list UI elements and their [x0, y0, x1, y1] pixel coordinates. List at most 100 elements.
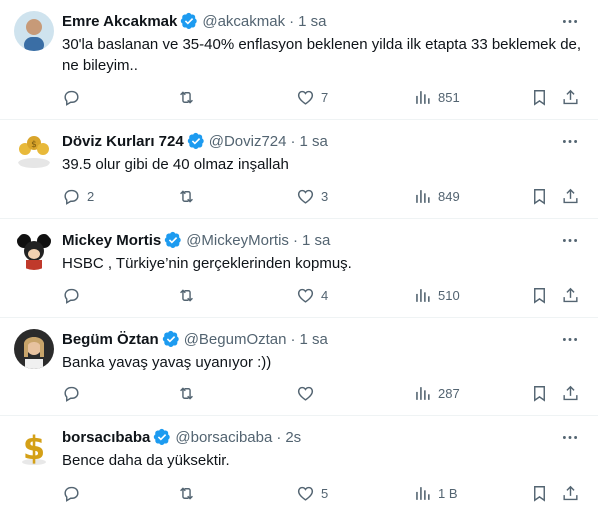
verified-badge-icon — [162, 330, 180, 348]
svg-text:$: $ — [23, 429, 45, 467]
display-name[interactable]: borsacıbaba — [62, 429, 150, 446]
analytics-icon — [416, 90, 430, 104]
more-icon[interactable] — [560, 12, 580, 30]
views-count: 287 — [438, 385, 460, 401]
handle[interactable]: @borsacibaba — [175, 429, 272, 446]
timestamp[interactable]: 1 sa — [298, 13, 326, 30]
retweet-icon — [180, 386, 193, 400]
like-count: 5 — [321, 485, 329, 501]
analytics-icon — [416, 486, 430, 500]
retweet-button[interactable] — [177, 87, 202, 107]
separator: · — [292, 231, 298, 249]
timestamp[interactable]: 1 sa — [299, 331, 327, 348]
views-button[interactable]: 510 — [413, 285, 460, 305]
tweet[interactable]: Mickey Mortis @MickeyMortis · 1 sa HSBC … — [0, 219, 598, 318]
handle[interactable]: @Doviz724 — [209, 133, 287, 150]
reply-button[interactable] — [62, 87, 87, 107]
reply-button[interactable] — [62, 285, 87, 305]
tweet[interactable]: $ borsacıbaba @borsacibaba · 2s Bence da… — [0, 416, 598, 518]
svg-text:$: $ — [31, 140, 37, 150]
avatar[interactable] — [14, 230, 54, 270]
tweet-text: Banka yavaş yavaş uyanıyor :)) — [62, 354, 272, 371]
like-count: 7 — [321, 89, 329, 105]
share-icon[interactable] — [561, 483, 580, 503]
views-button[interactable]: 849 — [413, 186, 460, 206]
like-button[interactable]: 5 — [296, 483, 328, 503]
share-icon[interactable] — [561, 87, 580, 107]
like-button[interactable]: 3 — [296, 186, 328, 206]
handle[interactable]: @MickeyMortis — [186, 232, 289, 249]
retweet-icon — [180, 90, 193, 104]
bookmark-icon[interactable] — [530, 186, 549, 206]
bookmark-icon[interactable] — [530, 285, 549, 305]
retweet-icon — [180, 486, 193, 500]
display-name[interactable]: Mickey Mortis — [62, 232, 161, 249]
timestamp[interactable]: 1 sa — [302, 232, 330, 249]
views-button[interactable]: 1 B — [413, 483, 458, 503]
avatar[interactable] — [14, 11, 54, 51]
tweet-text: 39.5 olur gibi de 40 olmaz inşallah — [62, 156, 289, 173]
analytics-icon — [416, 386, 430, 400]
like-button[interactable] — [296, 383, 321, 403]
retweet-button[interactable] — [177, 383, 202, 403]
more-icon[interactable] — [560, 231, 580, 249]
like-count: 4 — [321, 287, 329, 303]
retweet-icon — [180, 189, 193, 203]
tweet[interactable]: Emre Akcakmak @akcakmak · 1 sa 30'la bas… — [0, 0, 598, 120]
more-icon[interactable] — [560, 330, 580, 348]
avatar[interactable]: $ — [14, 131, 54, 171]
share-icon[interactable] — [561, 285, 580, 305]
display-name[interactable]: Begüm Öztan — [62, 331, 159, 348]
heart-icon — [297, 90, 314, 105]
reply-button[interactable] — [62, 383, 87, 403]
verified-badge-icon — [153, 428, 171, 446]
reply-button[interactable]: 2 — [62, 186, 94, 206]
separator: · — [289, 12, 295, 30]
retweet-button[interactable] — [177, 483, 202, 503]
reply-icon — [64, 386, 79, 402]
retweet-icon — [180, 288, 193, 302]
retweet-button[interactable] — [177, 186, 202, 206]
reply-count: 2 — [87, 188, 95, 204]
retweet-button[interactable] — [177, 285, 202, 305]
views-button[interactable]: 287 — [413, 383, 460, 403]
reply-button[interactable] — [62, 483, 87, 503]
more-icon[interactable] — [560, 132, 580, 150]
bookmark-icon[interactable] — [530, 87, 549, 107]
views-count: 510 — [438, 287, 460, 303]
tweet[interactable]: Begüm Öztan @BegumOztan · 1 sa Banka yav… — [0, 318, 598, 416]
more-icon[interactable] — [560, 428, 580, 446]
display-name[interactable]: Döviz Kurları 724 — [62, 133, 184, 150]
timestamp[interactable]: 1 sa — [299, 133, 327, 150]
analytics-icon — [416, 288, 430, 302]
display-name[interactable]: Emre Akcakmak — [62, 13, 177, 30]
reply-icon — [64, 486, 79, 502]
bookmark-icon[interactable] — [530, 483, 549, 503]
tweet-text: Bence daha da yüksektir. — [62, 452, 230, 469]
analytics-icon — [416, 189, 430, 203]
heart-icon — [297, 486, 314, 501]
tweet[interactable]: $ Döviz Kurları 724 @Doviz724 · 1 sa 39.… — [0, 120, 598, 219]
like-button[interactable]: 4 — [296, 285, 328, 305]
share-icon[interactable] — [561, 383, 580, 403]
tweet-text: HSBC , Türkiye’nin gerçeklerinden kopmuş… — [62, 255, 352, 272]
handle[interactable]: @BegumOztan — [184, 331, 287, 348]
avatar[interactable]: $ — [14, 427, 54, 467]
verified-badge-icon — [180, 12, 198, 30]
separator: · — [290, 330, 296, 348]
handle[interactable]: @akcakmak — [202, 13, 285, 30]
share-icon[interactable] — [561, 186, 580, 206]
verified-badge-icon — [187, 132, 205, 150]
separator: · — [276, 428, 282, 446]
bookmark-icon[interactable] — [530, 383, 549, 403]
reply-icon — [64, 288, 79, 304]
separator: · — [290, 132, 296, 150]
views-count: 1 B — [438, 485, 458, 501]
like-button[interactable]: 7 — [296, 87, 328, 107]
views-button[interactable]: 851 — [413, 87, 460, 107]
reply-icon — [64, 90, 79, 106]
heart-icon — [297, 288, 314, 303]
timestamp[interactable]: 2s — [285, 429, 301, 446]
avatar[interactable] — [14, 329, 54, 369]
tweet-text: 30'la baslanan ve 35-40% enflasyon bekle… — [62, 36, 582, 74]
